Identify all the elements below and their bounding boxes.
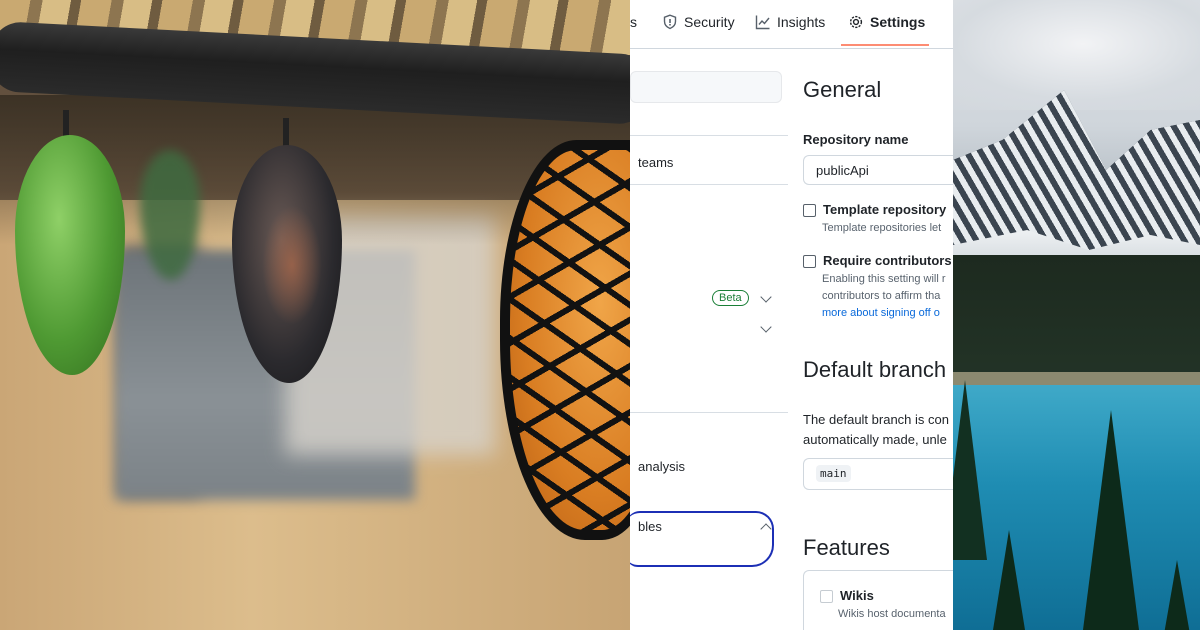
sidebar-item-teams[interactable]: teams [638,155,673,170]
default-branch-heading: Default branch [803,357,947,382]
wikis-label: Wikis [840,588,874,603]
forest [953,255,1200,390]
require-contrib-note-1: Enabling this setting will r [822,273,946,285]
pine-tree [953,380,987,560]
chevron-down-icon[interactable] [760,321,772,333]
wikis-note: Wikis host documenta [838,608,946,620]
graph-icon [755,15,770,30]
sidebar-divider [630,412,788,413]
hand-drawn-annotation-circle [630,511,774,567]
pine-tree [993,530,1025,630]
chrysalis-photo [0,0,630,630]
repo-name-input[interactable]: publicApi [803,155,953,185]
pine-tree [1083,410,1139,630]
wing-tint [262,205,322,325]
general-heading: General [803,77,882,102]
template-repo-checkbox[interactable] [803,204,816,217]
tab-insights[interactable]: Insights [755,14,825,30]
pine-tree [1163,560,1191,630]
require-contrib-note-2: contributors to affirm tha [822,290,941,302]
template-repo-label: Template repository [823,202,947,217]
require-contrib-row: Require contributors [803,253,952,268]
sidebar-filter-input[interactable] [630,71,782,103]
gear-icon [849,15,863,29]
tab-settings-label: Settings [870,14,926,30]
repo-name-label: Repository name [803,132,909,147]
sidebar-divider [630,184,788,185]
tab-code-label: s [630,14,637,30]
beta-badge: Beta [712,290,749,306]
tab-code-fragment[interactable]: s [630,14,637,30]
require-contrib-checkbox[interactable] [803,255,816,268]
repo-name-value: publicApi [816,163,869,178]
features-box: Wikis Wikis host documenta [803,570,953,630]
default-branch-desc-2: automatically made, unle [803,432,947,447]
sidebar-divider [630,135,788,136]
default-branch-box: main [803,458,953,490]
github-settings-screenshot: s Security Insights Settings teams Beta … [630,0,953,630]
wikis-row: Wikis [820,588,874,603]
template-repo-note: Template repositories let [822,222,942,234]
tab-insights-label: Insights [777,14,826,30]
sidebar-item-analysis[interactable]: analysis [638,459,685,474]
tab-security[interactable]: Security [662,14,735,30]
shield-icon [663,14,677,30]
features-heading: Features [803,535,890,560]
default-branch-desc-1: The default branch is con [803,412,949,427]
repo-nav: s Security Insights Settings [630,0,953,49]
require-contrib-label: Require contributors [823,253,952,268]
clouds [953,0,1200,110]
template-repo-row: Template repository [803,202,946,217]
wikis-checkbox[interactable] [820,590,833,603]
chevron-down-icon[interactable] [760,291,772,303]
mountain-lake-photo [953,0,1200,630]
signoff-link[interactable]: more about signing off o [822,305,940,322]
tab-settings[interactable]: Settings [848,14,925,30]
active-tab-underline [841,44,929,46]
tab-security-label: Security [684,14,735,30]
default-branch-value: main [816,465,851,482]
